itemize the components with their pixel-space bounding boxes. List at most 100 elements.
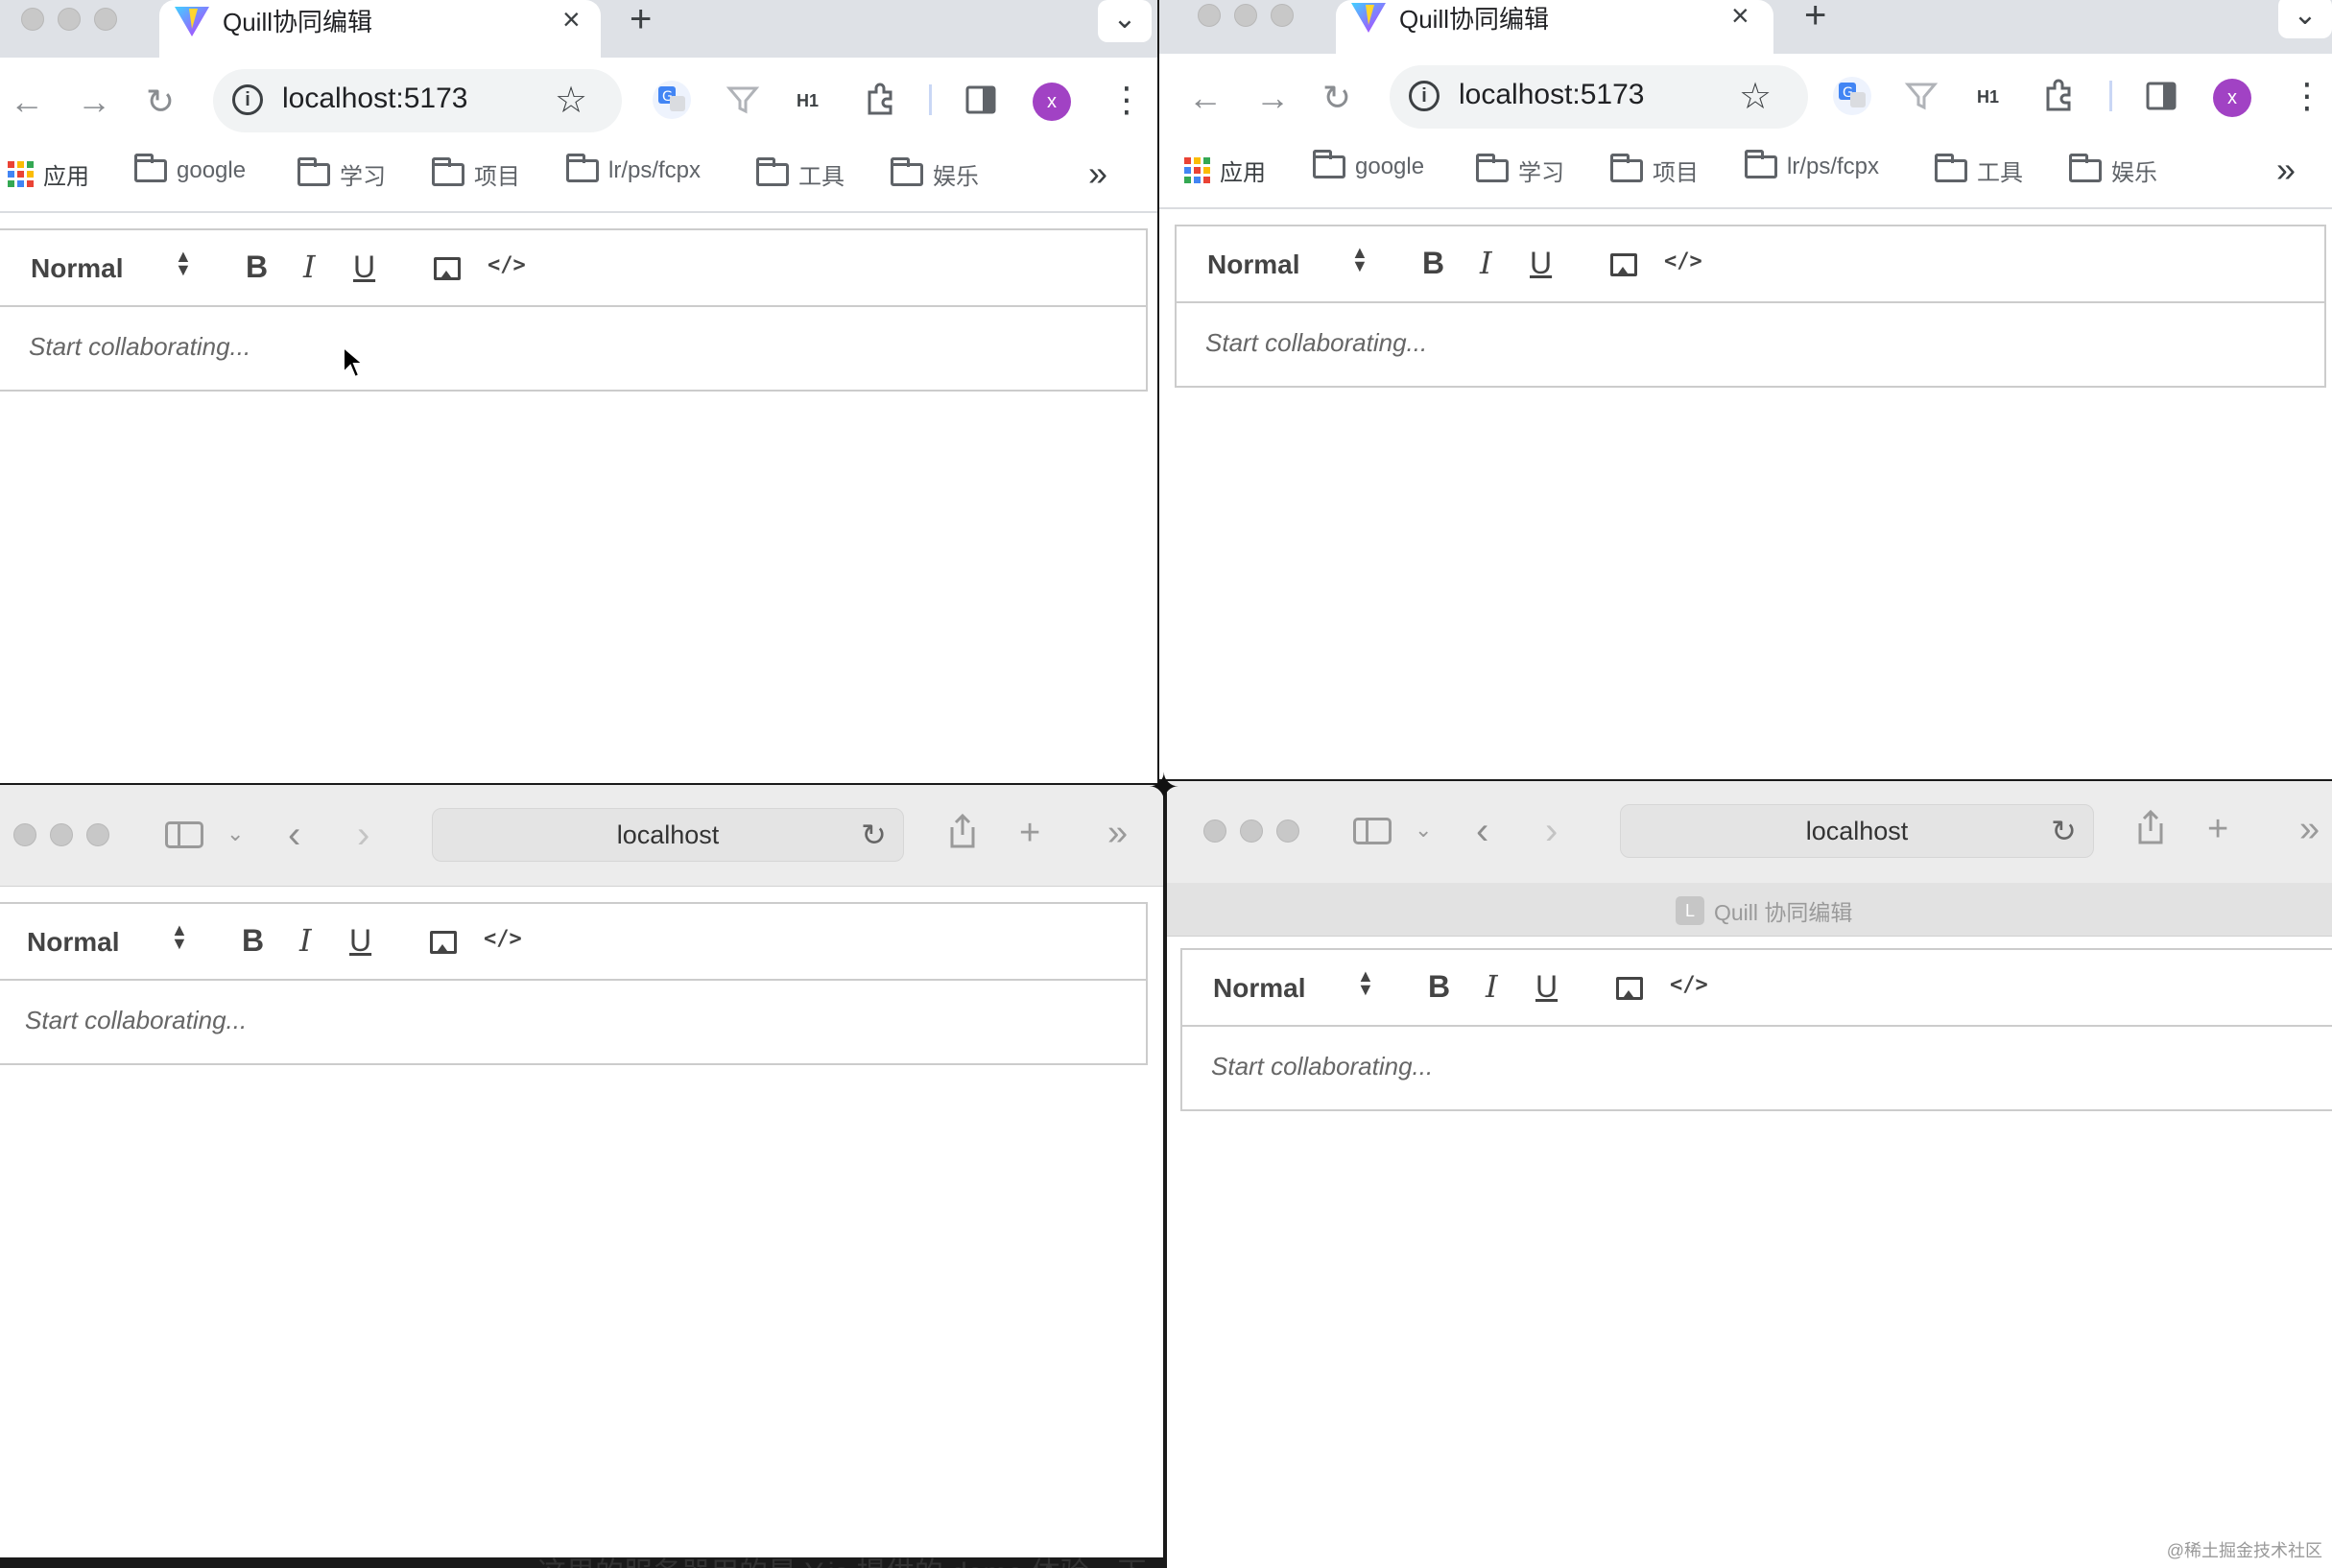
back-arrow-icon[interactable]: ← <box>10 83 44 121</box>
quill-editor[interactable]: Start collaborating... <box>1175 303 2326 388</box>
more-tabs-chevron-icon[interactable]: » <box>1107 814 1128 852</box>
reload-icon[interactable]: ↻ <box>1322 79 1351 117</box>
bookmark-folder-tools[interactable]: 工具 <box>1935 153 2023 187</box>
bookmark-folder-study[interactable]: 学习 <box>297 156 386 191</box>
underline-button[interactable]: U <box>1530 244 1552 282</box>
image-icon[interactable] <box>434 257 461 280</box>
new-tab-icon[interactable]: + <box>1804 0 1826 35</box>
reload-icon[interactable]: ↻ <box>2051 813 2077 849</box>
bold-button[interactable]: B <box>1428 967 1450 1006</box>
bookmark-star-icon[interactable]: ☆ <box>555 79 587 122</box>
bookmark-folder-tools[interactable]: 工具 <box>756 156 845 191</box>
close-window-button[interactable] <box>1198 4 1221 27</box>
tab-search-chevron-icon[interactable]: ⌄ <box>1098 0 1152 42</box>
bookmark-apps[interactable]: 应用 <box>8 157 89 191</box>
more-bookmarks-chevron-icon[interactable]: » <box>1088 154 1107 194</box>
forward-chevron-icon[interactable]: › <box>1545 812 1558 850</box>
bookmark-folder-projects[interactable]: 项目 <box>1610 153 1699 187</box>
bold-button[interactable]: B <box>246 248 268 286</box>
code-block-button[interactable]: </> <box>488 253 526 277</box>
close-tab-icon[interactable]: × <box>562 2 581 36</box>
bookmark-folder-lr-ps-fcpx[interactable]: lr/ps/fcpx <box>1745 150 1879 180</box>
image-icon[interactable] <box>1610 253 1637 276</box>
zoom-window-button[interactable] <box>1271 4 1294 27</box>
forward-arrow-icon[interactable]: → <box>77 83 111 121</box>
profile-avatar[interactable]: x <box>1033 83 1071 121</box>
chevron-down-icon[interactable]: ⌄ <box>1415 818 1432 843</box>
more-menu-icon[interactable]: ⋮ <box>2290 77 2324 115</box>
tab-search-chevron-icon[interactable]: ⌄ <box>2278 0 2332 38</box>
minimize-window-button[interactable] <box>50 823 73 846</box>
code-block-button[interactable]: </> <box>1664 249 1702 273</box>
close-window-button[interactable] <box>13 823 36 846</box>
reload-icon[interactable]: ↻ <box>861 817 887 853</box>
bookmark-folder-entertainment[interactable]: 娱乐 <box>891 156 979 191</box>
underline-button[interactable]: U <box>353 248 375 286</box>
side-panel-icon[interactable] <box>964 83 998 117</box>
forward-chevron-icon[interactable]: › <box>357 816 369 854</box>
h1-extension-icon[interactable]: H1 <box>797 84 819 117</box>
image-icon[interactable] <box>1616 977 1643 1000</box>
address-bar[interactable]: i localhost:5173 ☆ <box>213 69 622 132</box>
filter-extension-icon[interactable] <box>726 83 760 117</box>
close-window-button[interactable] <box>1203 820 1226 843</box>
code-block-button[interactable]: </> <box>1670 973 1708 997</box>
chevron-down-icon[interactable]: ⌄ <box>226 821 244 846</box>
side-panel-icon[interactable] <box>2144 79 2178 113</box>
google-translate-icon[interactable]: G <box>1831 75 1873 117</box>
bookmark-folder-projects[interactable]: 项目 <box>432 156 520 191</box>
italic-button[interactable]: I <box>299 921 312 960</box>
address-bar[interactable]: localhost ↻ <box>1620 804 2094 858</box>
image-icon[interactable] <box>430 931 457 954</box>
new-tab-icon[interactable]: + <box>2207 810 2228 848</box>
sidebar-toggle-icon[interactable] <box>1353 818 1392 844</box>
bookmark-folder-entertainment[interactable]: 娱乐 <box>2069 153 2157 187</box>
underline-button[interactable]: U <box>349 921 371 960</box>
quill-editor[interactable]: Start collaborating... <box>0 307 1148 392</box>
bookmark-star-icon[interactable]: ☆ <box>1739 75 1772 118</box>
italic-button[interactable]: I <box>1486 967 1498 1006</box>
format-picker[interactable]: Normal <box>1213 973 1305 1004</box>
window-split-handle-icon[interactable]: ✦ <box>1148 766 1180 810</box>
share-icon[interactable] <box>946 812 979 850</box>
close-window-button[interactable] <box>21 8 44 31</box>
format-picker[interactable]: Normal <box>1207 249 1299 280</box>
address-bar[interactable]: localhost ↻ <box>432 808 904 862</box>
site-info-icon[interactable]: i <box>232 84 263 115</box>
italic-button[interactable]: I <box>303 248 316 286</box>
bold-button[interactable]: B <box>242 921 264 960</box>
share-icon[interactable] <box>2134 808 2167 846</box>
profile-avatar[interactable]: x <box>2213 79 2251 117</box>
browser-tab[interactable]: Quill协同编辑 × <box>159 0 601 58</box>
minimize-window-button[interactable] <box>1234 4 1257 27</box>
bookmark-folder-google[interactable]: google <box>1313 150 1424 180</box>
more-bookmarks-chevron-icon[interactable]: » <box>2276 150 2296 190</box>
browser-tab[interactable]: Quill协同编辑 × <box>1336 0 1773 54</box>
more-menu-icon[interactable]: ⋮ <box>1109 81 1144 119</box>
code-block-button[interactable]: </> <box>484 927 522 951</box>
bookmark-folder-study[interactable]: 学习 <box>1476 153 1564 187</box>
site-info-icon[interactable]: i <box>1409 81 1440 111</box>
back-chevron-icon[interactable]: ‹ <box>1476 812 1488 850</box>
back-chevron-icon[interactable]: ‹ <box>288 816 300 854</box>
filter-extension-icon[interactable] <box>1904 79 1939 113</box>
reload-icon[interactable]: ↻ <box>146 83 175 121</box>
sidebar-toggle-icon[interactable] <box>165 821 203 848</box>
safari-tab[interactable]: L Quill 协同编辑 <box>1676 894 1852 927</box>
quill-editor[interactable]: Start collaborating... <box>1180 1027 2332 1111</box>
zoom-window-button[interactable] <box>94 8 117 31</box>
bookmark-folder-google[interactable]: google <box>134 154 246 184</box>
new-tab-icon[interactable]: + <box>1019 814 1040 852</box>
new-tab-icon[interactable]: + <box>630 0 652 38</box>
extensions-puzzle-icon[interactable] <box>862 81 900 119</box>
format-picker[interactable]: Normal <box>27 927 119 958</box>
address-bar[interactable]: i localhost:5173 ☆ <box>1390 65 1808 129</box>
google-translate-icon[interactable]: G <box>651 79 693 121</box>
back-arrow-icon[interactable]: ← <box>1188 79 1223 117</box>
format-picker[interactable]: Normal <box>31 253 123 284</box>
h1-extension-icon[interactable]: H1 <box>1977 81 1999 113</box>
zoom-window-button[interactable] <box>1276 820 1299 843</box>
extensions-puzzle-icon[interactable] <box>2040 77 2079 115</box>
bookmark-apps[interactable]: 应用 <box>1184 154 1266 187</box>
minimize-window-button[interactable] <box>58 8 81 31</box>
